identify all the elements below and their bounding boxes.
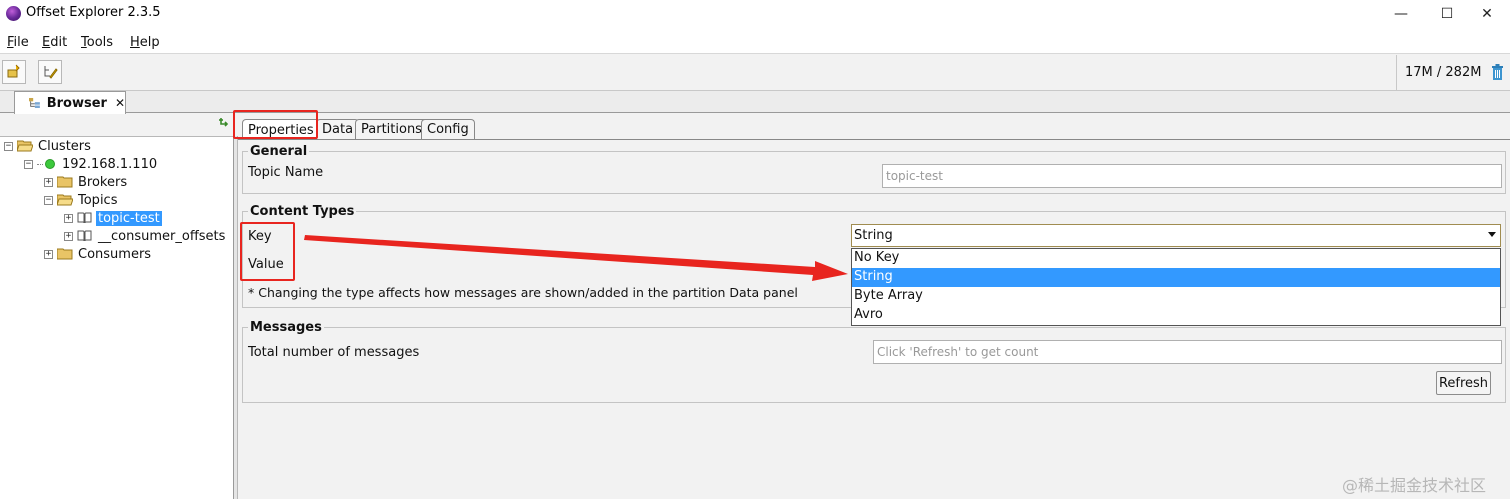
- tree-node-consumers[interactable]: + Consumers: [44, 245, 151, 263]
- expand-icon[interactable]: +: [44, 177, 53, 187]
- menu-edit[interactable]: Edit: [42, 35, 67, 50]
- browser-tree-icon: [29, 97, 40, 109]
- tab-close-icon[interactable]: ✕: [115, 96, 125, 110]
- connected-status-icon: [45, 159, 55, 169]
- refresh-button[interactable]: Refresh: [1436, 371, 1491, 395]
- collapse-icon[interactable]: −: [44, 195, 53, 205]
- tree-label-selected: topic-test: [96, 210, 162, 226]
- tree-node-host[interactable]: − 192.168.1.110: [24, 155, 157, 173]
- messages-title: Messages: [248, 320, 324, 335]
- edit-connection-button[interactable]: [38, 60, 62, 84]
- tab-config[interactable]: Config: [421, 119, 475, 139]
- window-title: Offset Explorer 2.3.5: [26, 5, 161, 20]
- key-type-dropdown: No Key String Byte Array Avro: [851, 248, 1501, 326]
- title-bar: [0, 0, 1510, 28]
- annotation-arrow-icon: [304, 235, 848, 281]
- topic-name-field[interactable]: topic-test: [882, 164, 1502, 188]
- toolbar: [0, 55, 1510, 91]
- option-no-key[interactable]: No Key: [852, 249, 1500, 268]
- close-window-button[interactable]: ✕: [1464, 0, 1510, 28]
- tab-browser-label: Browser: [46, 95, 107, 111]
- tree-label: Brokers: [78, 174, 128, 190]
- collapse-icon[interactable]: −: [4, 141, 13, 151]
- key-type-select[interactable]: String: [851, 224, 1501, 247]
- topic-book-icon: [77, 212, 92, 224]
- tree-label: Consumers: [78, 246, 152, 262]
- tree-node-topics[interactable]: − Topics: [44, 191, 117, 209]
- option-string[interactable]: String: [852, 268, 1500, 287]
- content-types-title: Content Types: [248, 204, 357, 219]
- menu-tools[interactable]: Tools: [81, 35, 113, 50]
- view-tab-row: [0, 91, 1510, 113]
- tab-data[interactable]: Data: [316, 119, 360, 139]
- add-cluster-icon: [7, 64, 20, 78]
- option-avro[interactable]: Avro: [852, 306, 1500, 325]
- add-connection-button[interactable]: [2, 60, 26, 84]
- topic-name-label: Topic Name: [248, 165, 324, 180]
- tree-label: 192.168.1.110: [62, 156, 158, 172]
- tab-underline: [238, 139, 1510, 140]
- tab-partitions[interactable]: Partitions: [355, 119, 428, 139]
- tab-browser[interactable]: Browser ✕: [14, 91, 126, 114]
- messages-group: [242, 327, 1506, 403]
- tree-label: __consumer_offsets: [98, 228, 226, 244]
- tree-label: Clusters: [38, 138, 91, 154]
- edit-tree-icon: [44, 66, 58, 79]
- folder-open-icon: [57, 194, 73, 206]
- tree-node-topic-test[interactable]: + topic-test: [64, 209, 162, 227]
- annotation-box-properties: [233, 110, 318, 139]
- expand-icon[interactable]: +: [64, 213, 73, 223]
- tree-node-consumer-offsets[interactable]: + __consumer_offsets: [64, 227, 225, 245]
- option-byte-array[interactable]: Byte Array: [852, 287, 1500, 306]
- watermark: @稀土掘金技术社区: [1342, 476, 1487, 495]
- message-count-field[interactable]: Click 'Refresh' to get count: [873, 340, 1502, 364]
- trash-icon[interactable]: [1491, 64, 1504, 80]
- folder-icon: [57, 248, 73, 260]
- expand-icon[interactable]: +: [64, 231, 73, 241]
- total-messages-label: Total number of messages: [248, 345, 420, 360]
- expand-icon[interactable]: +: [44, 249, 53, 259]
- refresh-tree-icon[interactable]: [218, 117, 230, 133]
- topic-book-icon: [77, 230, 92, 242]
- general-title: General: [248, 144, 310, 159]
- collapse-icon[interactable]: −: [24, 159, 33, 169]
- chevron-down-icon[interactable]: [1488, 232, 1496, 237]
- memory-usage: 17M / 282M: [1405, 65, 1482, 80]
- app-logo-icon: [6, 6, 21, 21]
- minimize-button[interactable]: —: [1378, 0, 1424, 28]
- folder-open-icon: [17, 140, 33, 152]
- tree-label: Topics: [78, 192, 118, 208]
- annotation-box-key-value: [240, 222, 295, 281]
- menu-file[interactable]: File: [7, 35, 29, 50]
- tree-node-clusters[interactable]: − Clusters: [4, 137, 91, 155]
- menu-help[interactable]: Help: [130, 35, 160, 50]
- tree-node-brokers[interactable]: + Brokers: [44, 173, 127, 191]
- folder-icon: [57, 176, 73, 188]
- menu-bar: [0, 28, 1510, 54]
